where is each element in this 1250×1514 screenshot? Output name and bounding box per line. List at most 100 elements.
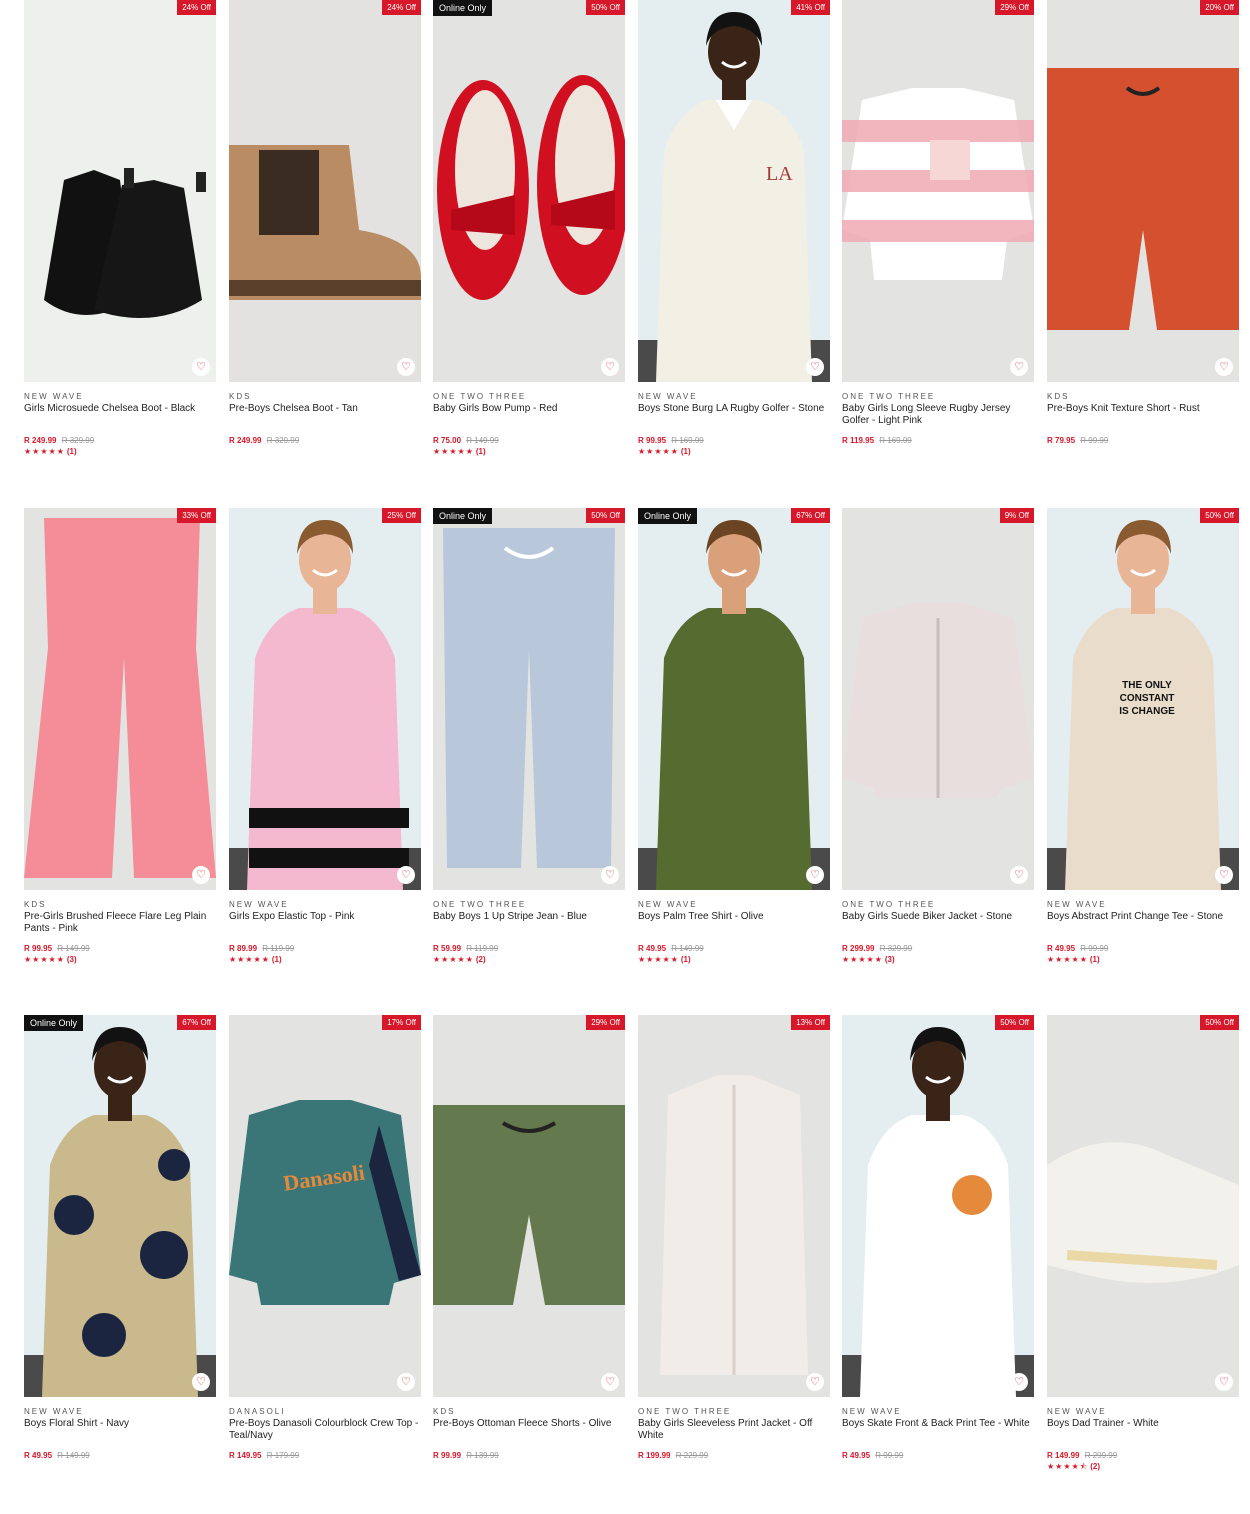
wishlist-button[interactable]: ♡	[397, 866, 415, 884]
sale-price: R 99.95	[638, 436, 667, 445]
product-name[interactable]: Boys Floral Shirt - Navy	[24, 1418, 216, 1450]
product-card[interactable]: Online Only 67% Off ♡ NEW WAVE Boys Palm…	[638, 508, 830, 965]
online-only-badge: Online Only	[433, 0, 493, 16]
wishlist-button[interactable]: ♡	[601, 1373, 619, 1391]
wishlist-button[interactable]: ♡	[1215, 1373, 1233, 1391]
wishlist-button[interactable]: ♡	[1010, 1373, 1028, 1391]
product-name[interactable]: Pre-Boys Ottoman Fleece Shorts - Olive	[433, 1418, 625, 1450]
wishlist-button[interactable]: ♡	[806, 866, 824, 884]
product-image[interactable]: Online Only 50% Off ♡	[433, 508, 625, 890]
product-prices: R 199.99 R 229.99	[638, 1451, 830, 1461]
product-name[interactable]: Baby Girls Suede Biker Jacket - Stone	[842, 911, 1034, 943]
product-photo: LA	[638, 12, 830, 382]
wishlist-button[interactable]: ♡	[1010, 358, 1028, 376]
product-image[interactable]: 20% Off ♡	[1047, 0, 1239, 382]
heart-icon: ♡	[1219, 868, 1229, 881]
product-card[interactable]: 13% Off ♡ ONE TWO THREE Baby Girls Sleev…	[638, 1015, 830, 1461]
wishlist-button[interactable]: ♡	[397, 358, 415, 376]
product-image[interactable]: 50% Off ♡	[1047, 1015, 1239, 1397]
product-name[interactable]: Pre-Boys Danasoli Colourblock Crew Top -…	[229, 1418, 421, 1450]
product-rating: ★★★★★ (1)	[638, 955, 830, 965]
heart-icon: ♡	[810, 1375, 820, 1388]
sale-price: R 49.95	[24, 1451, 53, 1460]
product-name[interactable]: Baby Girls Sleeveless Print Jacket - Off…	[638, 1418, 830, 1450]
product-image[interactable]: 9% Off ♡	[842, 508, 1034, 890]
product-card[interactable]: 20% Off ♡ KDS Pre-Boys Knit Texture Shor…	[1047, 0, 1239, 446]
discount-badge: 50% Off	[586, 508, 625, 523]
product-card[interactable]: 29% Off ♡ KDS Pre-Boys Ottoman Fleece Sh…	[433, 1015, 625, 1461]
product-name[interactable]: Boys Stone Burg LA Rugby Golfer - Stone	[638, 403, 830, 435]
wishlist-button[interactable]: ♡	[601, 358, 619, 376]
product-image[interactable]: Online Only 50% Off ♡	[433, 0, 625, 382]
discount-badge: 67% Off	[791, 508, 830, 523]
original-price: R 119.99	[466, 944, 499, 953]
product-name[interactable]: Pre-Girls Brushed Fleece Flare Leg Plain…	[24, 911, 216, 943]
product-name[interactable]: Boys Palm Tree Shirt - Olive	[638, 911, 830, 943]
product-image[interactable]: 33% Off ♡	[24, 508, 216, 890]
product-prices: R 299.99 R 329.99	[842, 944, 1034, 954]
product-name[interactable]: Baby Boys 1 Up Stripe Jean - Blue	[433, 911, 625, 943]
product-card[interactable]: 33% Off ♡ KDS Pre-Girls Brushed Fleece F…	[24, 508, 216, 965]
product-prices: R 99.95 R 149.99	[24, 944, 216, 954]
product-brand: NEW WAVE	[1047, 900, 1107, 909]
product-card[interactable]: Online Only 50% Off ♡ ONE TWO THREE Baby…	[433, 508, 625, 965]
review-count: (1)	[680, 955, 691, 964]
product-photo	[842, 88, 1034, 280]
product-image[interactable]: Online Only 67% Off ♡	[638, 508, 830, 890]
product-image[interactable]: THE ONLY CONSTANT IS CHANGE 50% Off ♡	[1047, 508, 1239, 890]
product-image[interactable]: 13% Off ♡	[638, 1015, 830, 1397]
wishlist-button[interactable]: ♡	[1010, 866, 1028, 884]
original-price: R 229.99	[675, 1451, 709, 1460]
wishlist-button[interactable]: ♡	[806, 358, 824, 376]
wishlist-button[interactable]: ♡	[806, 1373, 824, 1391]
sale-price: R 99.99	[433, 1451, 462, 1460]
wishlist-button[interactable]: ♡	[1215, 358, 1233, 376]
wishlist-button[interactable]: ♡	[192, 358, 210, 376]
product-card[interactable]: 25% Off ♡ NEW WAVE Girls Expo Elastic To…	[229, 508, 421, 965]
product-card[interactable]: LA 41% Off ♡ NEW WAVE Boys Stone Burg LA…	[638, 0, 830, 457]
product-image[interactable]: Online Only 67% Off ♡	[24, 1015, 216, 1397]
product-image[interactable]: 24% Off ♡	[24, 0, 216, 382]
product-name[interactable]: Boys Skate Front & Back Print Tee - Whit…	[842, 1418, 1034, 1450]
discount-badge: 17% Off	[382, 1015, 421, 1030]
product-card[interactable]: 29% Off ♡ ONE TWO THREE Baby Girls Long …	[842, 0, 1034, 446]
product-name[interactable]: Pre-Boys Chelsea Boot - Tan	[229, 403, 421, 435]
print-text: CONSTANT	[1120, 693, 1175, 704]
product-image[interactable]: 29% Off ♡	[433, 1015, 625, 1397]
product-card[interactable]: 50% Off ♡ NEW WAVE Boys Dad Trainer - Wh…	[1047, 1015, 1239, 1472]
product-card[interactable]: 9% Off ♡ ONE TWO THREE Baby Girls Suede …	[842, 508, 1034, 965]
product-name[interactable]: Girls Expo Elastic Top - Pink	[229, 911, 421, 943]
product-brand: NEW WAVE	[24, 392, 84, 401]
product-image[interactable]: LA 41% Off ♡	[638, 0, 830, 382]
product-card[interactable]: Online Only 67% Off ♡ NEW WAVE Boys Flor…	[24, 1015, 216, 1461]
product-image[interactable]: Danasoli 17% Off ♡	[229, 1015, 421, 1397]
rating-stars-icon: ★★★★★	[638, 955, 679, 964]
product-image[interactable]: 29% Off ♡	[842, 0, 1034, 382]
product-image[interactable]: 24% Off ♡	[229, 0, 421, 382]
sale-price: R 299.99	[842, 944, 875, 953]
wishlist-button[interactable]: ♡	[601, 866, 619, 884]
product-card[interactable]: 24% Off ♡ NEW WAVE Girls Microsuede Chel…	[24, 0, 216, 457]
product-image[interactable]: 25% Off ♡	[229, 508, 421, 890]
product-name[interactable]: Baby Girls Long Sleeve Rugby Jersey Golf…	[842, 403, 1034, 435]
original-price: R 179.99	[266, 1451, 300, 1460]
wishlist-button[interactable]: ♡	[192, 1373, 210, 1391]
product-name[interactable]: Pre-Boys Knit Texture Short - Rust	[1047, 403, 1239, 435]
product-card[interactable]: Danasoli 17% Off ♡ DANASOLI Pre-Boys Dan…	[229, 1015, 421, 1461]
heart-icon: ♡	[1014, 1375, 1024, 1388]
product-image[interactable]: 50% Off ♡	[842, 1015, 1034, 1397]
product-brand: ONE TWO THREE	[433, 900, 527, 909]
product-card[interactable]: Online Only 50% Off ♡ ONE TWO THREE Baby…	[433, 0, 625, 457]
product-card[interactable]: 24% Off ♡ KDS Pre-Boys Chelsea Boot - Ta…	[229, 0, 421, 446]
product-name[interactable]: Girls Microsuede Chelsea Boot - Black	[24, 403, 216, 435]
product-rating: ★★★★★ (1)	[229, 955, 421, 965]
product-name[interactable]: Boys Abstract Print Change Tee - Stone	[1047, 911, 1239, 943]
product-name[interactable]: Boys Dad Trainer - White	[1047, 1418, 1239, 1450]
product-card[interactable]: 50% Off ♡ NEW WAVE Boys Skate Front & Ba…	[842, 1015, 1034, 1461]
wishlist-button[interactable]: ♡	[1215, 866, 1233, 884]
wishlist-button[interactable]: ♡	[192, 866, 210, 884]
online-only-badge: Online Only	[638, 508, 698, 524]
product-card[interactable]: THE ONLY CONSTANT IS CHANGE 50% Off ♡ NEW …	[1047, 508, 1239, 965]
wishlist-button[interactable]: ♡	[397, 1373, 415, 1391]
product-name[interactable]: Baby Girls Bow Pump - Red	[433, 403, 625, 435]
